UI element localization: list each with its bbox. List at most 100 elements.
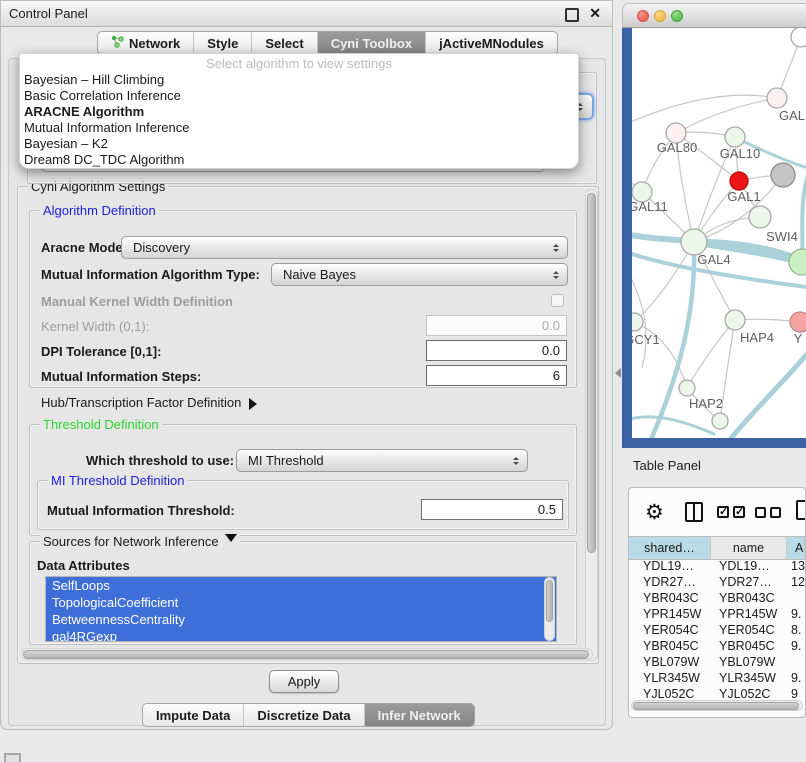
table-row[interactable]: YPR145WYPR145W9. — [629, 606, 805, 622]
hub-definition-label[interactable]: Hub/Transcription Factor Definition — [41, 395, 263, 410]
document-icon[interactable] — [796, 500, 806, 520]
data-attribute-item[interactable]: BetweennessCentrality — [46, 611, 556, 628]
bottom-tab-label: Discretize Data — [257, 708, 350, 723]
table-horizontal-scrollbar[interactable] — [631, 700, 803, 711]
aracne-mode-combo[interactable]: Discovery — [121, 236, 568, 259]
mi-threshold-label: Mutual Information Threshold: — [47, 503, 235, 518]
node-hap2[interactable] — [679, 380, 695, 396]
horizontal-scrollbar-thumb[interactable] — [23, 650, 589, 659]
table-cell: YLR345W — [629, 671, 711, 685]
algorithm-popup-item[interactable]: ARACNE Algorithm — [20, 104, 578, 120]
split-columns-icon[interactable] — [685, 502, 703, 522]
minimize-traffic-light-icon[interactable] — [654, 10, 666, 22]
bottom-tab-label: Infer Network — [378, 708, 461, 723]
table-panel-window: ⚙ ✓ ✓ shared…nameA YDL19…YDL19…13YDR27…Y… — [628, 487, 806, 718]
float-window-icon[interactable] — [565, 8, 579, 22]
bottom-tab-infer-network[interactable]: Infer Network — [364, 704, 474, 726]
column-header-name[interactable]: name — [711, 537, 787, 559]
column-header-a[interactable]: A — [787, 537, 805, 559]
node[interactable] — [789, 249, 806, 275]
which-threshold-combo[interactable]: MI Threshold — [236, 449, 528, 472]
table-row[interactable]: YDL19…YDL19…13 — [629, 558, 805, 574]
node[interactable] — [791, 28, 806, 47]
tab-network[interactable]: Network — [98, 32, 193, 54]
table-cell: YLR345W — [711, 671, 787, 685]
settings-scrollbar-thumb[interactable] — [587, 193, 596, 553]
manual-kernel-width-checkbox[interactable] — [551, 294, 564, 307]
zoom-traffic-light-icon[interactable] — [671, 10, 683, 22]
sources-group-title[interactable]: Sources for Network Inference — [40, 534, 240, 549]
network-view-focus-border: GALGAL80GAL10GAL1GAL11SWI4GAL4GCY1HAP4YH… — [622, 28, 806, 448]
algorithm-definition-title: Algorithm Definition — [40, 203, 159, 218]
node[interactable] — [712, 413, 728, 429]
node-label: HAP2 — [689, 396, 723, 411]
which-threshold-label: Which threshold to use: — [86, 453, 234, 468]
tab-cyni-toolbox[interactable]: Cyni Toolbox — [317, 32, 425, 54]
close-icon[interactable]: ✕ — [589, 1, 601, 26]
network-canvas[interactable]: GALGAL80GAL10GAL1GAL11SWI4GAL4GCY1HAP4YH… — [632, 28, 806, 438]
data-attribute-item[interactable]: SelfLoops — [46, 577, 556, 594]
checked-checkbox-icon[interactable]: ✓ — [733, 506, 745, 518]
algorithm-popup-item[interactable]: Dream8 DC_TDC Algorithm — [20, 152, 578, 168]
table-cell: YBL079W — [711, 655, 787, 669]
node-gal10[interactable] — [725, 127, 745, 147]
table-row[interactable]: YLR345WYLR345W9. — [629, 670, 805, 686]
node-y[interactable] — [790, 312, 806, 332]
control-panel-titlebar: Control Panel ✕ — [1, 1, 612, 27]
table-cell: YJL052C — [711, 687, 787, 701]
table-toolbar: ⚙ ✓ ✓ — [629, 488, 805, 536]
table-cell: 12 — [787, 575, 805, 589]
data-attributes-list[interactable]: SelfLoopsTopologicalCoefficientBetweenne… — [45, 576, 557, 642]
table-cell: 9 — [787, 687, 805, 701]
kernel-width-value: 0.0 — [542, 318, 560, 333]
apply-button[interactable]: Apply — [269, 670, 339, 693]
table-row[interactable]: YDR27…YDR27…12 — [629, 574, 805, 590]
unchecked-checkbox-icon[interactable] — [755, 507, 766, 518]
node-hap4[interactable] — [725, 310, 745, 330]
tab-style[interactable]: Style — [193, 32, 251, 54]
unchecked-checkbox-icon[interactable] — [770, 507, 781, 518]
tab-select[interactable]: Select — [251, 32, 316, 54]
table-row[interactable]: YBL079WYBL079W — [629, 654, 805, 670]
kernel-width-field[interactable]: 0.0 — [426, 315, 567, 336]
checked-checkbox-icon[interactable]: ✓ — [717, 506, 729, 518]
algorithm-popup-item[interactable]: Basic Correlation Inference — [20, 88, 578, 104]
algorithm-popup-item[interactable]: Mutual Information Inference — [20, 120, 578, 136]
attributes-scrollbar-thumb[interactable] — [546, 580, 553, 622]
panel-divider-handle[interactable] — [610, 368, 621, 378]
bottom-tab-impute-data[interactable]: Impute Data — [143, 704, 243, 726]
table-header-row: shared…nameA — [629, 536, 805, 560]
tab-label: Cyni Toolbox — [331, 36, 412, 51]
mi-steps-field[interactable]: 6 — [426, 365, 567, 386]
settings-horizontal-scrollbar[interactable] — [21, 648, 593, 660]
node[interactable] — [771, 163, 795, 187]
table-row[interactable]: YBR045CYBR045C9. — [629, 638, 805, 654]
tab-jactivemnodules[interactable]: jActiveMNodules — [425, 32, 557, 54]
gear-icon[interactable]: ⚙ — [645, 502, 664, 523]
table-row[interactable]: YBR043CYBR043C — [629, 590, 805, 606]
algorithm-popup-item[interactable]: Bayesian – K2 — [20, 136, 578, 152]
data-attribute-item[interactable]: TopologicalCoefficient — [46, 594, 556, 611]
mi-algorithm-type-label: Mutual Information Algorithm Type: — [41, 267, 260, 282]
column-header-shared[interactable]: shared… — [629, 537, 711, 559]
dpi-tolerance-field[interactable]: 0.0 — [426, 340, 567, 361]
network-window-titlebar[interactable] — [622, 3, 806, 28]
settings-vertical-scrollbar[interactable] — [585, 189, 598, 661]
floating-window-icon[interactable] — [4, 753, 21, 762]
table-scrollbar-thumb[interactable] — [633, 702, 799, 710]
table-row[interactable]: YER054CYER054C8. — [629, 622, 805, 638]
mi-algorithm-type-combo[interactable]: Naive Bayes — [271, 263, 568, 286]
combo-arrows-icon — [553, 244, 559, 252]
close-traffic-light-icon[interactable] — [637, 10, 649, 22]
attributes-list-scrollbar[interactable] — [544, 577, 555, 641]
mi-threshold-field[interactable]: 0.5 — [421, 499, 563, 520]
node-swi4[interactable] — [749, 206, 771, 228]
network-view-window: GALGAL80GAL10GAL1GAL11SWI4GAL4GCY1HAP4YH… — [622, 3, 806, 448]
data-attribute-item[interactable]: gal4RGexp — [46, 628, 556, 642]
algorithm-popup-item[interactable]: Bayesian – Hill Climbing — [20, 72, 578, 88]
node-label: GCY1 — [632, 332, 660, 347]
node-gal[interactable] — [767, 88, 787, 108]
node-gal1[interactable] — [730, 172, 748, 190]
bottom-tab-discretize-data[interactable]: Discretize Data — [243, 704, 363, 726]
dpi-tolerance-value: 0.0 — [542, 343, 560, 358]
